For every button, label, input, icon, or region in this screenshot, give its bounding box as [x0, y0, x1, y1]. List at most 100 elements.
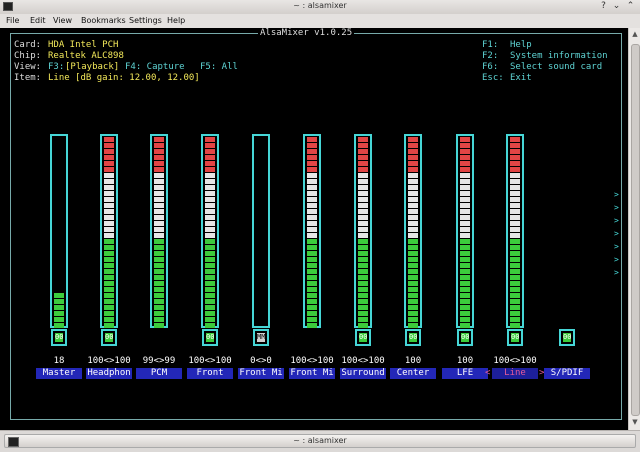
card-label: Card:: [14, 40, 42, 50]
volume-bar-segment: [510, 209, 520, 214]
scroll-up-icon[interactable]: ▲: [630, 30, 640, 40]
view-f3[interactable]: F3:: [48, 62, 64, 73]
bottom-tab-bar: ~ : alsamixer: [0, 430, 640, 452]
volume-bar-segment: [358, 263, 368, 268]
volume-bar-segment: [205, 293, 215, 298]
volume-bar-segment: [154, 305, 164, 310]
mute-toggle[interactable]: 00: [507, 329, 523, 346]
volume-bar-segment: [307, 299, 317, 304]
menu-file[interactable]: File: [6, 16, 19, 25]
volume-bar-segment: [104, 137, 114, 142]
volume-bar-segment: [510, 305, 520, 310]
view-capture[interactable]: F4: Capture: [125, 62, 185, 73]
volume-bar-segment: [358, 197, 368, 202]
volume-bar-segment: [408, 143, 418, 148]
channel-name[interactable]: Front Mi: [238, 368, 284, 379]
volume-bar-segment: [408, 263, 418, 268]
view-playback[interactable]: [Playback]: [65, 62, 119, 73]
menu-bookmarks[interactable]: Bookmarks: [81, 16, 126, 25]
volume-bar-segment: [205, 209, 215, 214]
menu-edit[interactable]: Edit: [30, 16, 46, 25]
mute-toggle[interactable]: 00: [457, 329, 473, 346]
volume-bar-segment: [307, 155, 317, 160]
menu-help[interactable]: Help: [167, 16, 185, 25]
volume-bar-segment: [205, 143, 215, 148]
volume-bar-segment: [460, 233, 470, 238]
volume-bar-segment: [460, 179, 470, 184]
volume-bar-segment: [54, 323, 64, 328]
volume-bar-segment: [104, 167, 114, 172]
volume-bar-segment: [154, 197, 164, 202]
volume-bar-segment: [104, 311, 114, 316]
alsamixer-title: AlsaMixer v1.0.25: [258, 28, 355, 39]
channel-name[interactable]: LFE: [442, 368, 488, 379]
scroll-down-icon[interactable]: ▼: [630, 418, 640, 428]
window-title: ~ : alsamixer: [293, 1, 347, 10]
terminal-tab[interactable]: ~ : alsamixer: [4, 434, 636, 448]
volume-slider[interactable]: [252, 134, 270, 328]
volume-bar-segment: [358, 167, 368, 172]
volume-bar-segment: [460, 143, 470, 148]
volume-bar-segment: [104, 185, 114, 190]
volume-bar-segment: [205, 227, 215, 232]
volume-bar-segment: [205, 167, 215, 172]
volume-bar-segment: [510, 317, 520, 322]
volume-bar-segment: [460, 227, 470, 232]
volume-bar-segment: [358, 227, 368, 232]
terminal-area[interactable]: AlsaMixer v1.0.25 Card: HDA Intel PCH Ch…: [0, 28, 628, 430]
mute-state: MM: [257, 333, 266, 342]
volume-bar-segment: [205, 263, 215, 268]
scrollbar-thumb[interactable]: [631, 44, 640, 416]
mute-state: 00: [461, 333, 470, 342]
mute-toggle[interactable]: 00: [101, 329, 117, 346]
mute-toggle[interactable]: MM: [253, 329, 269, 346]
mute-toggle[interactable]: 00: [202, 329, 218, 346]
volume-bar-segment: [460, 323, 470, 328]
channel-name[interactable]: Surround: [340, 368, 386, 379]
terminal-scrollbar[interactable]: ▲ ▼: [628, 28, 640, 430]
mute-toggle[interactable]: 00: [559, 329, 575, 346]
channel-name[interactable]: Front Mi: [289, 368, 335, 379]
volume-bar-segment: [510, 293, 520, 298]
volume-bar-segment: [460, 281, 470, 286]
volume-bar-segment: [408, 203, 418, 208]
view-all[interactable]: F5: All: [200, 62, 238, 73]
channel-name[interactable]: Master: [36, 368, 82, 379]
mute-toggle[interactable]: 00: [405, 329, 421, 346]
channel-name[interactable]: Headphon: [86, 368, 132, 379]
volume-bar-segment: [154, 215, 164, 220]
volume-bar-segment: [460, 137, 470, 142]
maximize-icon[interactable]: ⌃: [625, 1, 636, 12]
volume-bar-segment: [408, 179, 418, 184]
volume-bar-segment: [205, 287, 215, 292]
channel-name[interactable]: Center: [390, 368, 436, 379]
volume-bar-segment: [510, 245, 520, 250]
volume-bar-segment: [154, 179, 164, 184]
channel-name[interactable]: S/PDIF: [544, 368, 590, 379]
help-icon[interactable]: ?: [598, 1, 609, 12]
volume-bar-segment: [358, 137, 368, 142]
volume-bar-segment: [154, 239, 164, 244]
channel-name[interactable]: PCM: [136, 368, 182, 379]
volume-bar-segment: [358, 203, 368, 208]
volume-bar-segment: [460, 167, 470, 172]
mute-toggle[interactable]: 00: [355, 329, 371, 346]
mute-toggle[interactable]: 00: [51, 329, 67, 346]
volume-bar-segment: [358, 221, 368, 226]
volume-bar-segment: [358, 149, 368, 154]
window-title-bar[interactable]: ~ : alsamixer ? ⌄ ⌃: [0, 0, 640, 15]
volume-bar-segment: [358, 323, 368, 328]
volume-bar-segment: [460, 191, 470, 196]
mute-state: 00: [359, 333, 368, 342]
menu-settings[interactable]: Settings: [129, 16, 162, 25]
channel-name[interactable]: Line: [492, 368, 538, 379]
volume-bar-segment: [154, 311, 164, 316]
volume-bar-segment: [154, 173, 164, 178]
channel-name[interactable]: Front: [187, 368, 233, 379]
volume-bar-segment: [205, 215, 215, 220]
channel-volume-value: 100<>100: [341, 356, 385, 366]
menu-view[interactable]: View: [53, 16, 72, 25]
minimize-icon[interactable]: ⌄: [611, 1, 622, 12]
volume-bar-segment: [307, 311, 317, 316]
item-label: Item:: [14, 73, 42, 83]
